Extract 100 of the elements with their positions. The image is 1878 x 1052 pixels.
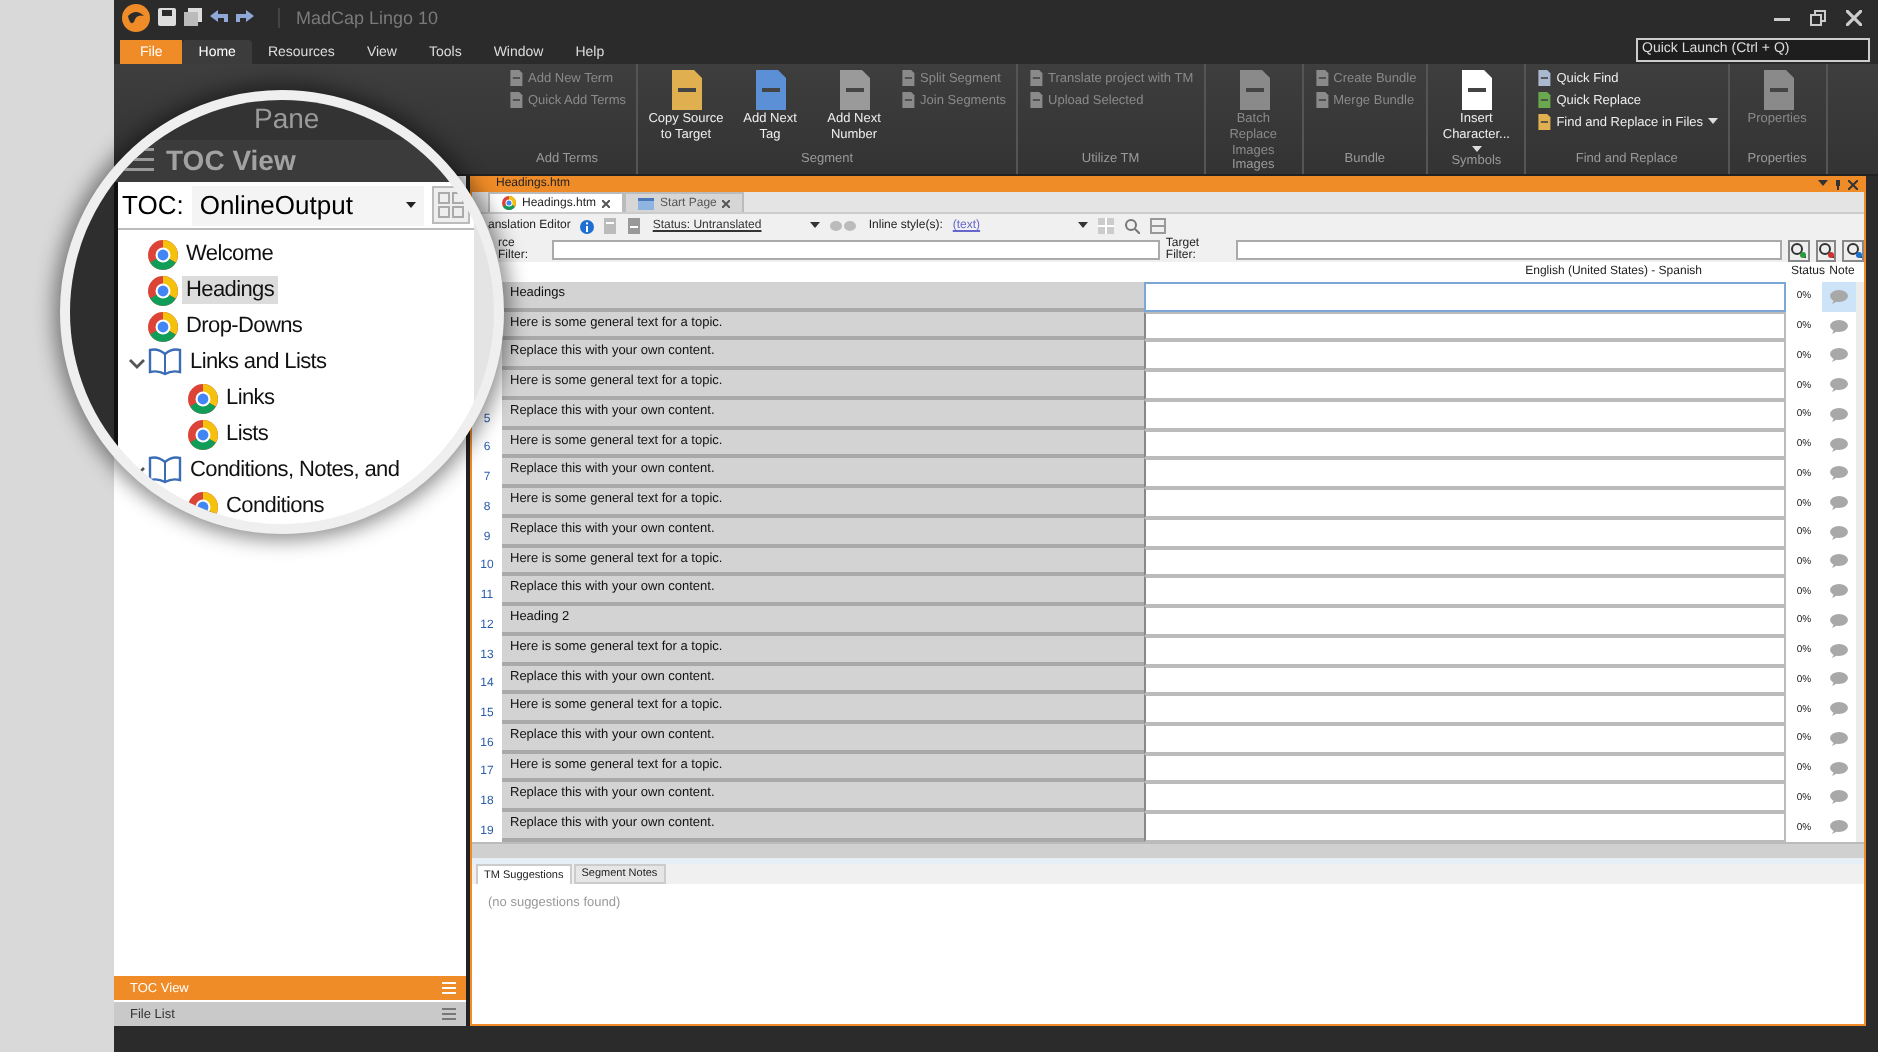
grid-icon[interactable] [1098,218,1115,234]
speech-bubble-icon[interactable] [1830,672,1848,687]
document-icon [666,70,707,110]
browser-icon [188,383,218,413]
speech-bubble-icon[interactable] [1830,613,1848,628]
document-icon [1028,92,1045,108]
speech-bubble-icon[interactable] [1830,437,1848,452]
target-cell[interactable] [1144,517,1786,548]
speech-bubble-icon[interactable] [1830,554,1848,569]
tree-item[interactable]: Links and Lists [186,348,331,376]
target-cell[interactable] [1144,812,1786,842]
speech-bubble-icon[interactable] [1830,407,1848,422]
speech-bubble-icon[interactable] [1830,496,1848,510]
target-cell[interactable] [1144,782,1786,813]
document-icon [1313,70,1330,86]
target-cell[interactable] [1144,547,1786,577]
tree-item[interactable]: Drop-Downs [182,312,307,340]
search-icon[interactable] [1124,218,1141,234]
target-cell[interactable] [1144,576,1786,607]
close-icon[interactable] [602,199,611,207]
grid-icon [437,192,464,218]
target-cell[interactable] [1144,635,1786,666]
panel-title: TOC View [166,144,296,177]
browser-icon [502,196,516,210]
document-icon[interactable] [604,218,619,234]
filter-button[interactable] [1815,239,1837,261]
speech-bubble-icon[interactable] [1830,820,1848,835]
speech-bubble-icon[interactable] [1830,643,1848,658]
speech-bubble-icon[interactable] [1830,319,1848,334]
document-icon [1536,114,1553,130]
target-cell[interactable] [1144,282,1786,312]
close-icon[interactable] [1848,179,1858,189]
toc-dropdown[interactable]: OnlineOutput [191,185,424,225]
caret-icon [405,201,416,209]
target-filter-field[interactable] [1236,240,1782,260]
app-title: MadCap Lingo 10 [278,7,439,27]
target-cell[interactable] [1144,606,1786,636]
source-filter-field[interactable] [552,240,1160,260]
search-icon [1845,242,1862,258]
speech-bubble-icon[interactable] [1830,466,1848,481]
caret-icon [1078,222,1089,230]
menu-icon [442,1008,456,1020]
browser-icon [148,275,178,305]
document-icon[interactable] [628,218,643,234]
speech-bubble-icon[interactable] [1830,702,1848,717]
document-icon [750,70,791,110]
filter-button[interactable] [1842,239,1864,261]
speech-bubble-icon[interactable] [1830,761,1848,776]
target-cell[interactable] [1144,694,1786,725]
target-cell[interactable] [1144,370,1786,400]
pin-icon[interactable] [1834,179,1842,189]
target-cell[interactable] [1144,665,1786,695]
document-icon [900,92,917,108]
search-icon [1817,242,1834,258]
speech-bubble-icon[interactable] [1830,289,1848,304]
target-cell[interactable] [1144,488,1786,518]
window-icon [638,197,655,209]
tree-item[interactable]: Conditions, Notes, and [186,456,404,484]
document-icon [1536,92,1553,108]
speech-bubble-icon[interactable] [1830,348,1848,363]
grid-button[interactable] [431,186,470,224]
tree-item[interactable]: Headings [182,276,279,304]
document-icon [1313,92,1330,108]
menu-icon[interactable] [122,148,154,173]
info-icon[interactable] [580,219,595,233]
target-cell[interactable] [1144,399,1786,430]
undo-icon[interactable] [210,10,228,24]
tree-item[interactable]: Welcome [182,240,278,268]
speech-bubble-icon[interactable] [1830,378,1848,393]
restore-icon[interactable] [1810,9,1826,25]
tree-item[interactable]: Conditions [222,492,328,520]
speech-bubble-icon[interactable] [1830,525,1848,540]
document-icon [508,92,524,108]
redo-icon[interactable] [236,10,254,24]
table-icon[interactable] [1150,218,1167,234]
scrollbar[interactable] [1856,282,1864,842]
document-icon [900,70,917,86]
target-cell[interactable] [1144,724,1786,754]
tag-icon[interactable] [830,220,859,232]
ribbon-group-label: Pane [254,102,320,134]
speech-bubble-icon[interactable] [1830,790,1848,805]
target-cell[interactable] [1144,311,1786,341]
scrollbar[interactable] [472,842,1864,858]
speech-bubble-icon[interactable] [1830,731,1848,746]
tree-item[interactable]: Links [222,384,279,412]
document-icon [1536,70,1553,86]
speech-bubble-icon[interactable] [1830,584,1848,599]
target-cell[interactable] [1144,429,1786,459]
filter-button[interactable] [1787,239,1810,261]
close-icon[interactable] [722,199,731,207]
target-cell[interactable] [1144,340,1786,371]
save-icon[interactable] [158,8,176,26]
tree-item[interactable]: Lists [222,420,273,448]
browser-icon [188,419,218,449]
target-cell[interactable] [1144,753,1786,783]
save-all-icon[interactable] [184,8,202,26]
caret-icon [810,222,821,230]
document-icon [1456,70,1497,110]
target-cell[interactable] [1144,458,1786,489]
document-icon [508,70,524,86]
